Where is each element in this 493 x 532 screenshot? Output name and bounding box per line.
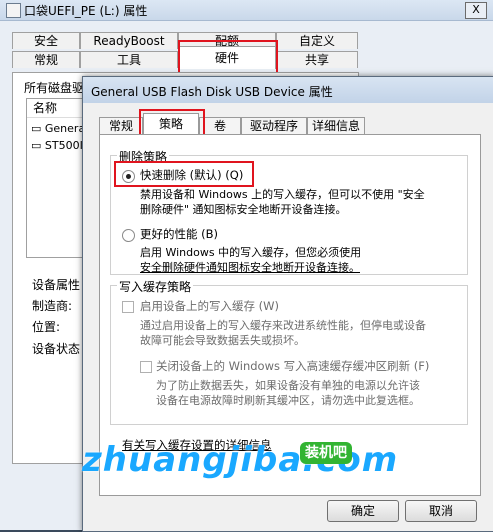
enable-write-cache-desc-line1: 通过启用设备上的写入缓存来改进系统性能，但停电或设备 — [140, 319, 426, 332]
close-button[interactable]: X — [465, 2, 487, 19]
list-item[interactable]: ▭ ST500I — [27, 135, 89, 152]
tab-customize[interactable]: 自定义 — [276, 32, 358, 49]
dialog-title-bar: General USB Flash Disk USB Device 属性 — [83, 77, 493, 103]
location-label: 位置: — [32, 320, 61, 334]
tab-volumes[interactable]: 卷 — [199, 117, 241, 135]
drive-icon — [6, 3, 21, 18]
background-window-title: 口袋UEFI_PE (L:) 属性 — [24, 4, 148, 18]
tab-driver[interactable]: 驱动程序 — [241, 117, 307, 135]
background-title-bar: 口袋UEFI_PE (L:) 属性 X — [0, 0, 493, 21]
device-props-label: 设备属性 — [32, 278, 81, 292]
list-item-label: ST500I — [44, 139, 83, 152]
disable-flush-label[interactable]: 关闭设备上的 Windows 写入高速缓存缓冲区刷新 (F) — [156, 358, 429, 374]
tab-security[interactable]: 安全 — [12, 32, 80, 49]
tab-general[interactable]: 常规 — [12, 51, 80, 68]
tab-sharing[interactable]: 共享 — [276, 51, 358, 68]
tab-tools[interactable]: 工具 — [80, 51, 178, 68]
better-performance-radio[interactable] — [122, 229, 135, 242]
write-cache-policy-title: 写入缓存策略 — [117, 278, 194, 295]
cancel-button[interactable]: 取消 — [405, 500, 477, 522]
dialog-title: General USB Flash Disk USB Device 属性 — [91, 85, 333, 99]
better-performance-label[interactable]: 更好的性能 (B) — [140, 226, 218, 242]
manufacturer-label: 制造商: — [32, 299, 73, 313]
device-status-label: 设备状态 — [32, 342, 81, 356]
enable-write-cache-desc-line2: 故障可能会导致数据丢失或损坏。 — [140, 334, 305, 347]
list-item-label: Genera — [44, 122, 86, 135]
safely-remove-link[interactable]: 安全删除硬件通知图标安全地断开设备连接。 — [140, 260, 360, 275]
enable-write-cache-checkbox[interactable] — [122, 301, 134, 313]
quick-removal-desc-line2: 删除硬件" 通知图标安全地断开设备连接。 — [140, 203, 347, 216]
tab-details[interactable]: 详细信息 — [307, 117, 365, 135]
better-performance-desc-line1: 启用 Windows 中的写入缓存，但您必须使用 — [140, 246, 362, 259]
quick-removal-desc-line1: 禁用设备和 Windows 上的写入缓存，但可以不使用 "安全 — [140, 188, 425, 201]
enable-write-cache-label[interactable]: 启用设备上的写入缓存 (W) — [140, 298, 279, 314]
watermark-tag: 装机吧 — [300, 442, 352, 464]
tab-general[interactable]: 常规 — [99, 117, 143, 135]
list-item[interactable]: ▭ Genera — [27, 118, 89, 135]
tab-readyboost[interactable]: ReadyBoost — [80, 32, 178, 49]
disable-flush-checkbox[interactable] — [140, 361, 152, 373]
list-header-name: 名称 — [27, 99, 89, 118]
all-disks-label: 所有磁盘驱 — [24, 81, 85, 95]
disable-flush-desc-line1: 为了防止数据丢失，如果设备没有单独的电源以允许该 — [156, 379, 420, 392]
disable-flush-desc-line2: 设备在电源故障时刷新其缓冲区，请勿选中此复选框。 — [156, 394, 420, 407]
disk-list[interactable]: 名称 ▭ Genera ▭ ST500I — [26, 98, 90, 258]
ok-button[interactable]: 确定 — [327, 500, 399, 522]
quick-removal-highlight — [114, 161, 254, 187]
